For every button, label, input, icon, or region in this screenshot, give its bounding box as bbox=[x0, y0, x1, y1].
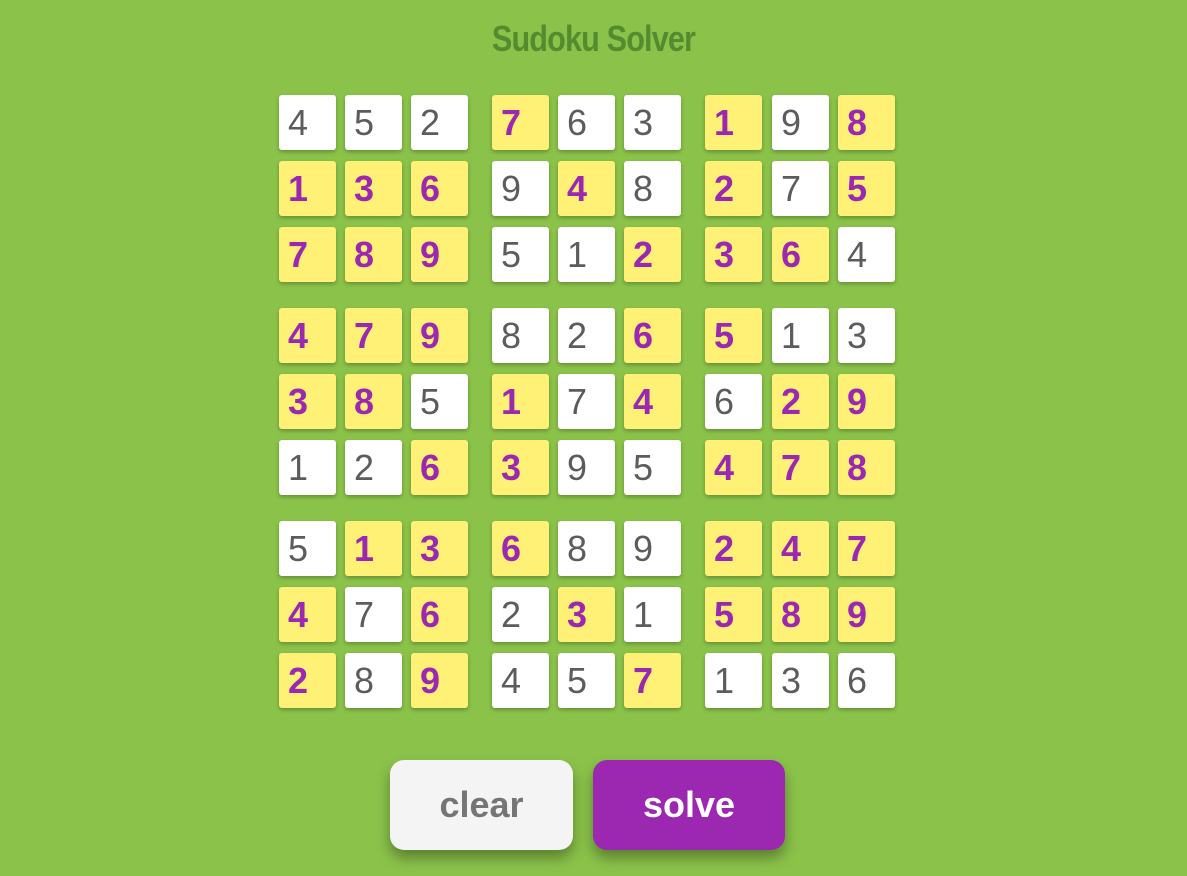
sudoku-cell-r7-c9[interactable]: 7 bbox=[838, 521, 895, 576]
sudoku-cell-r7-c3[interactable]: 3 bbox=[411, 521, 468, 576]
sudoku-cell-r6-c2[interactable]: 2 bbox=[345, 440, 402, 495]
sudoku-cell-r2-c3[interactable]: 6 bbox=[411, 161, 468, 216]
sudoku-cell-r2-c7[interactable]: 2 bbox=[705, 161, 762, 216]
sudoku-cell-r7-c6[interactable]: 9 bbox=[624, 521, 681, 576]
sudoku-cell-r5-c2[interactable]: 8 bbox=[345, 374, 402, 429]
sudoku-cell-r5-c8[interactable]: 2 bbox=[772, 374, 829, 429]
sudoku-cell-r4-c9[interactable]: 3 bbox=[838, 308, 895, 363]
sudoku-cell-r7-c2[interactable]: 1 bbox=[345, 521, 402, 576]
sudoku-cell-r4-c4[interactable]: 8 bbox=[492, 308, 549, 363]
sudoku-cell-r6-c7[interactable]: 4 bbox=[705, 440, 762, 495]
sudoku-cell-r1-c2[interactable]: 5 bbox=[345, 95, 402, 150]
sudoku-cell-r9-c4[interactable]: 4 bbox=[492, 653, 549, 708]
sudoku-cell-r9-c6[interactable]: 7 bbox=[624, 653, 681, 708]
sudoku-cell-r2-c8[interactable]: 7 bbox=[772, 161, 829, 216]
sudoku-cell-r4-c3[interactable]: 9 bbox=[411, 308, 468, 363]
sudoku-cell-r8-c4[interactable]: 2 bbox=[492, 587, 549, 642]
sudoku-cell-r3-c8[interactable]: 6 bbox=[772, 227, 829, 282]
sudoku-cell-r8-c2[interactable]: 7 bbox=[345, 587, 402, 642]
sudoku-cell-r3-c9[interactable]: 4 bbox=[838, 227, 895, 282]
sudoku-cell-r3-c1[interactable]: 7 bbox=[279, 227, 336, 282]
sudoku-cell-r9-c7[interactable]: 1 bbox=[705, 653, 762, 708]
sudoku-cell-r6-c8[interactable]: 7 bbox=[772, 440, 829, 495]
sudoku-cell-r1-c9[interactable]: 8 bbox=[838, 95, 895, 150]
sudoku-cell-r6-c9[interactable]: 8 bbox=[838, 440, 895, 495]
sudoku-cell-r9-c2[interactable]: 8 bbox=[345, 653, 402, 708]
sudoku-cell-r1-c5[interactable]: 6 bbox=[558, 95, 615, 150]
sudoku-cell-r6-c5[interactable]: 9 bbox=[558, 440, 615, 495]
sudoku-cell-r4-c7[interactable]: 5 bbox=[705, 308, 762, 363]
sudoku-cell-r6-c3[interactable]: 6 bbox=[411, 440, 468, 495]
sudoku-cell-r4-c1[interactable]: 4 bbox=[279, 308, 336, 363]
sudoku-cell-r3-c6[interactable]: 2 bbox=[624, 227, 681, 282]
sudoku-cell-r1-c7[interactable]: 1 bbox=[705, 95, 762, 150]
sudoku-cell-r2-c4[interactable]: 9 bbox=[492, 161, 549, 216]
sudoku-cell-r9-c9[interactable]: 6 bbox=[838, 653, 895, 708]
sudoku-cell-r8-c5[interactable]: 3 bbox=[558, 587, 615, 642]
sudoku-cell-r5-c6[interactable]: 4 bbox=[624, 374, 681, 429]
sudoku-cell-r6-c6[interactable]: 5 bbox=[624, 440, 681, 495]
sudoku-cell-r3-c2[interactable]: 8 bbox=[345, 227, 402, 282]
sudoku-cell-r3-c5[interactable]: 1 bbox=[558, 227, 615, 282]
sudoku-cell-r1-c3[interactable]: 2 bbox=[411, 95, 468, 150]
solve-button[interactable]: solve bbox=[593, 760, 785, 850]
sudoku-cell-r9-c3[interactable]: 9 bbox=[411, 653, 468, 708]
sudoku-cell-r4-c6[interactable]: 6 bbox=[624, 308, 681, 363]
sudoku-cell-r1-c8[interactable]: 9 bbox=[772, 95, 829, 150]
sudoku-cell-r8-c8[interactable]: 8 bbox=[772, 587, 829, 642]
sudoku-cell-r7-c1[interactable]: 5 bbox=[279, 521, 336, 576]
clear-button[interactable]: clear bbox=[390, 760, 573, 850]
sudoku-cell-r6-c4[interactable]: 3 bbox=[492, 440, 549, 495]
sudoku-cell-r4-c5[interactable]: 2 bbox=[558, 308, 615, 363]
sudoku-cell-r8-c9[interactable]: 9 bbox=[838, 587, 895, 642]
sudoku-cell-r2-c2[interactable]: 3 bbox=[345, 161, 402, 216]
sudoku-cell-r4-c2[interactable]: 7 bbox=[345, 308, 402, 363]
sudoku-cell-r3-c3[interactable]: 9 bbox=[411, 227, 468, 282]
sudoku-cell-r9-c5[interactable]: 5 bbox=[558, 653, 615, 708]
sudoku-cell-r9-c8[interactable]: 3 bbox=[772, 653, 829, 708]
sudoku-cell-r7-c5[interactable]: 8 bbox=[558, 521, 615, 576]
sudoku-cell-r1-c1[interactable]: 4 bbox=[279, 95, 336, 150]
sudoku-cell-r1-c6[interactable]: 3 bbox=[624, 95, 681, 150]
sudoku-cell-r5-c4[interactable]: 1 bbox=[492, 374, 549, 429]
sudoku-cell-r6-c1[interactable]: 1 bbox=[279, 440, 336, 495]
sudoku-cell-r3-c4[interactable]: 5 bbox=[492, 227, 549, 282]
sudoku-cell-r1-c4[interactable]: 7 bbox=[492, 95, 549, 150]
sudoku-cell-r5-c1[interactable]: 3 bbox=[279, 374, 336, 429]
sudoku-cell-r2-c1[interactable]: 1 bbox=[279, 161, 336, 216]
sudoku-cell-r8-c6[interactable]: 1 bbox=[624, 587, 681, 642]
sudoku-cell-r5-c3[interactable]: 5 bbox=[411, 374, 468, 429]
sudoku-cell-r9-c1[interactable]: 2 bbox=[279, 653, 336, 708]
sudoku-cell-r7-c8[interactable]: 4 bbox=[772, 521, 829, 576]
sudoku-cell-r5-c7[interactable]: 6 bbox=[705, 374, 762, 429]
sudoku-cell-r4-c8[interactable]: 1 bbox=[772, 308, 829, 363]
sudoku-cell-r2-c9[interactable]: 5 bbox=[838, 161, 895, 216]
sudoku-board: 4527631981369482757895123644798265133851… bbox=[0, 0, 1187, 876]
sudoku-cell-r7-c4[interactable]: 6 bbox=[492, 521, 549, 576]
sudoku-cell-r7-c7[interactable]: 2 bbox=[705, 521, 762, 576]
sudoku-cell-r8-c1[interactable]: 4 bbox=[279, 587, 336, 642]
sudoku-cell-r5-c5[interactable]: 7 bbox=[558, 374, 615, 429]
sudoku-cell-r3-c7[interactable]: 3 bbox=[705, 227, 762, 282]
sudoku-cell-r2-c6[interactable]: 8 bbox=[624, 161, 681, 216]
sudoku-cell-r8-c7[interactable]: 5 bbox=[705, 587, 762, 642]
sudoku-cell-r8-c3[interactable]: 6 bbox=[411, 587, 468, 642]
sudoku-cell-r2-c5[interactable]: 4 bbox=[558, 161, 615, 216]
sudoku-cell-r5-c9[interactable]: 9 bbox=[838, 374, 895, 429]
